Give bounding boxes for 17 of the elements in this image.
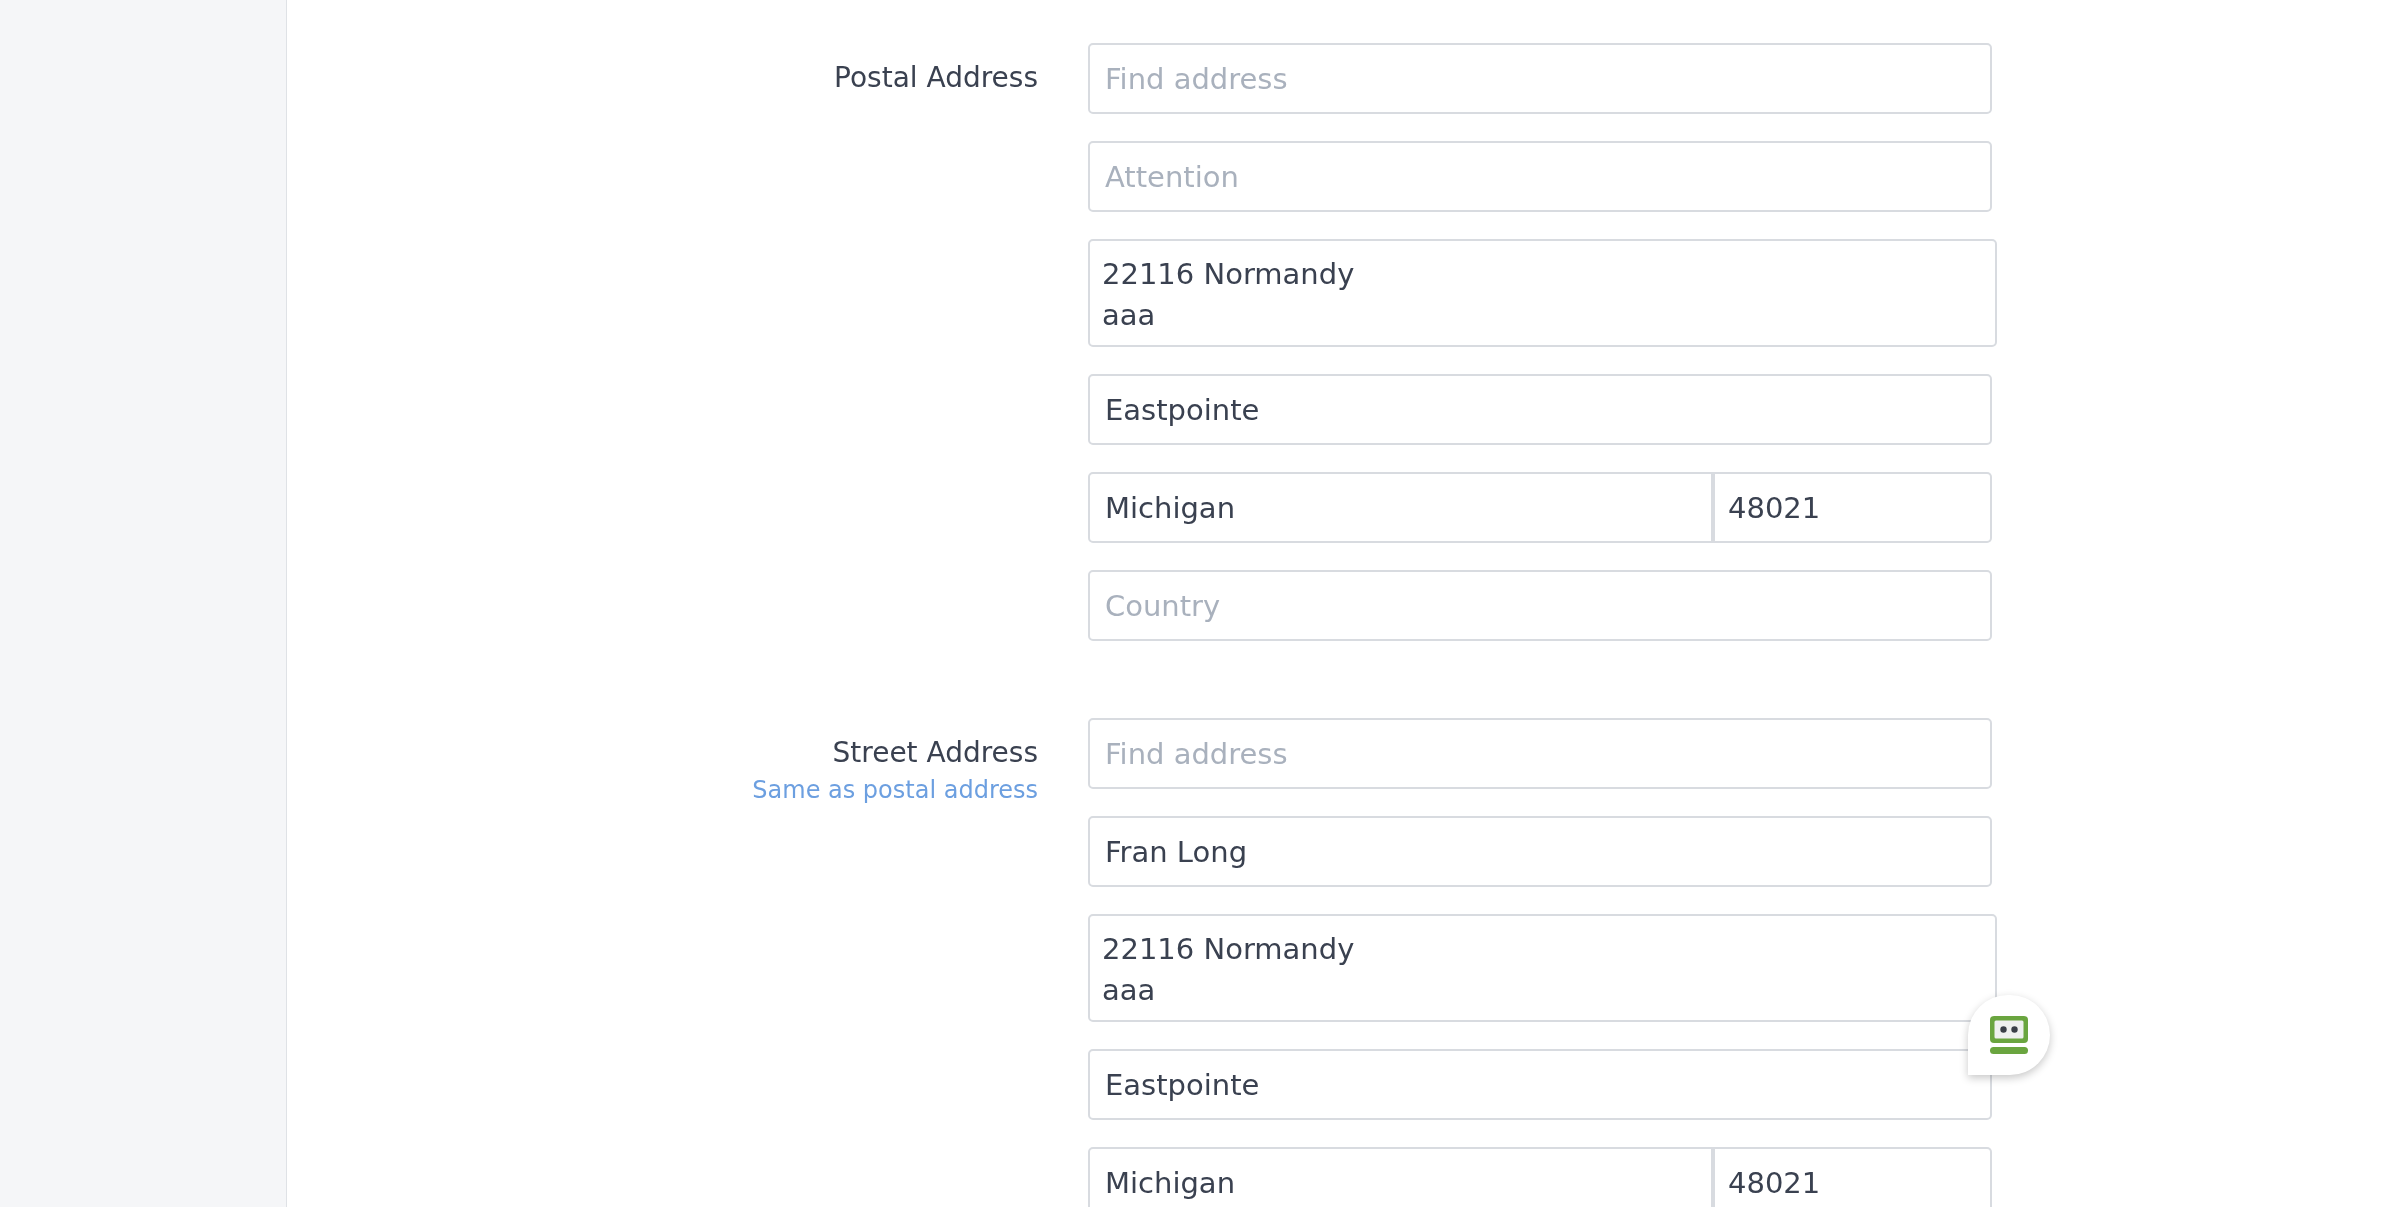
robot-face-icon [1989, 1015, 2029, 1055]
input-field[interactable]: Find address [1088, 718, 1992, 789]
textarea-field[interactable]: 22116 Normandy aaa [1088, 239, 1997, 347]
input-field[interactable]: Eastpointe [1088, 374, 1992, 445]
input-field[interactable]: Attention [1088, 141, 1992, 212]
floating-button[interactable] [1968, 995, 2050, 1075]
input-field[interactable]: Michigan [1088, 472, 1713, 543]
section-label: Postal Address [834, 60, 1038, 96]
input-field[interactable]: Fran Long [1088, 816, 1992, 887]
section-label: Street Address [832, 735, 1038, 771]
input-field[interactable]: Find address [1088, 43, 1992, 114]
textarea-field[interactable]: 22116 Normandy aaa [1088, 914, 1997, 1022]
input-field[interactable]: 48021 [1713, 1147, 1992, 1207]
input-field[interactable]: Country [1088, 570, 1992, 641]
input-field[interactable]: Eastpointe [1088, 1049, 1992, 1120]
input-field[interactable]: Michigan [1088, 1147, 1713, 1207]
input-field[interactable]: 48021 [1713, 472, 1992, 543]
